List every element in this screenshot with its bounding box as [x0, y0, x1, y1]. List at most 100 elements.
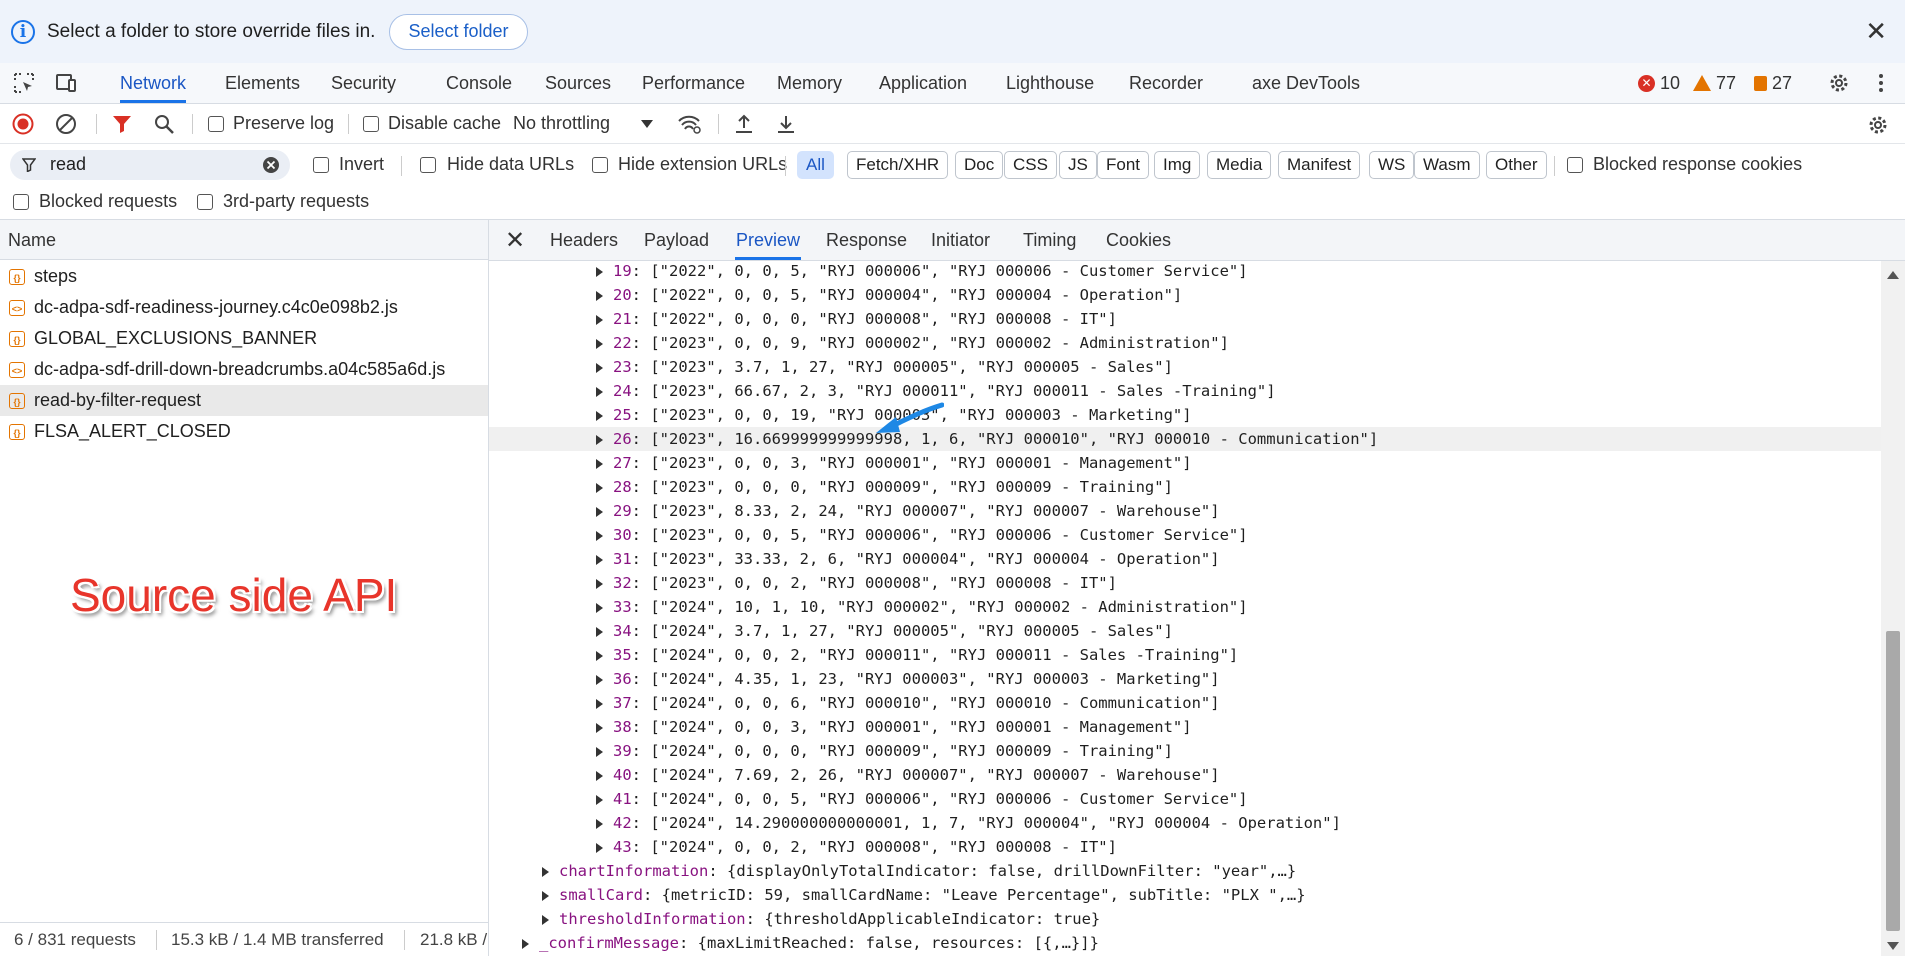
tab-security[interactable]: Security	[331, 63, 396, 103]
clear-icon[interactable]	[55, 113, 77, 135]
expand-triangle-icon[interactable]	[596, 818, 603, 829]
preserve-log-checkbox[interactable]	[208, 116, 224, 132]
filter-chip-all[interactable]: All	[797, 151, 834, 179]
filter-chip-wasm[interactable]: Wasm	[1414, 151, 1480, 179]
chevron-down-icon[interactable]	[640, 118, 654, 130]
tab-sources[interactable]: Sources	[545, 63, 611, 103]
expand-triangle-icon[interactable]	[596, 650, 603, 661]
inspect-element-icon[interactable]	[12, 71, 36, 95]
expand-triangle-icon[interactable]	[596, 434, 603, 445]
filter-chip-media[interactable]: Media	[1207, 151, 1272, 179]
array-entry-row[interactable]: 42: ["2024", 14.290000000000001, 1, 7, "…	[489, 811, 1881, 835]
filter-chip-other[interactable]: Other	[1486, 151, 1547, 179]
array-entry-row[interactable]: 37: ["2024", 0, 0, 6, "RYJ 000010", "RYJ…	[489, 691, 1881, 715]
select-folder-button[interactable]: Select folder	[389, 13, 528, 50]
array-entry-row[interactable]: 22: ["2023", 0, 0, 9, "RYJ 000002", "RYJ…	[489, 331, 1881, 355]
tab-console[interactable]: Console	[446, 63, 512, 103]
disable-cache-checkbox[interactable]	[363, 116, 379, 132]
array-entry-row[interactable]: 19: ["2022", 0, 0, 5, "RYJ 000006", "RYJ…	[489, 261, 1881, 283]
tab-memory[interactable]: Memory	[777, 63, 842, 103]
tab-recorder[interactable]: Recorder	[1129, 63, 1203, 103]
expand-triangle-icon[interactable]	[596, 578, 603, 589]
array-entry-row[interactable]: 31: ["2023", 33.33, 2, 6, "RYJ 000004", …	[489, 547, 1881, 571]
expand-triangle-icon[interactable]	[596, 314, 603, 325]
hide-extension-urls-checkbox[interactable]	[592, 157, 608, 173]
tab-elements[interactable]: Elements	[225, 63, 300, 103]
array-entry-row[interactable]: 24: ["2023", 66.67, 2, 3, "RYJ 000011", …	[489, 379, 1881, 403]
expand-triangle-icon[interactable]	[596, 338, 603, 349]
export-har-icon[interactable]	[775, 113, 797, 135]
array-entry-row[interactable]: 32: ["2023", 0, 0, 2, "RYJ 000008", "RYJ…	[489, 571, 1881, 595]
tab-application[interactable]: Application	[879, 63, 967, 103]
tab-preview[interactable]: Preview	[735, 220, 802, 260]
expand-triangle-icon[interactable]	[596, 554, 603, 565]
expand-triangle-icon[interactable]	[542, 866, 549, 877]
clear-filter-icon[interactable]	[262, 156, 280, 174]
filter-chip-ws[interactable]: WS	[1369, 151, 1415, 179]
expand-triangle-icon[interactable]	[596, 410, 603, 421]
third-party-requests-checkbox[interactable]	[197, 194, 213, 210]
expand-triangle-icon[interactable]	[596, 842, 603, 853]
request-row[interactable]: {} FLSA_ALERT_CLOSED	[0, 416, 488, 447]
close-detail-icon[interactable]: ✕	[505, 226, 525, 255]
array-entry-row[interactable]: 21: ["2022", 0, 0, 0, "RYJ 000008", "RYJ…	[489, 307, 1881, 331]
tab-initiator[interactable]: Initiator	[931, 220, 990, 260]
array-entry-row[interactable]: 33: ["2024", 10, 1, 10, "RYJ 000002", "R…	[489, 595, 1881, 619]
array-entry-row[interactable]: 27: ["2023", 0, 0, 3, "RYJ 000001", "RYJ…	[489, 451, 1881, 475]
filter-chip-doc[interactable]: Doc	[955, 151, 1004, 179]
expand-triangle-icon[interactable]	[542, 890, 549, 901]
network-conditions-icon[interactable]	[677, 113, 701, 135]
tab-response[interactable]: Response	[826, 220, 907, 260]
scroll-down-icon[interactable]	[1887, 942, 1899, 950]
filter-chip-img[interactable]: Img	[1154, 151, 1201, 179]
invert-checkbox[interactable]	[313, 157, 329, 173]
array-entry-row[interactable]: 26: ["2023", 16.669999999999998, 1, 6, "…	[489, 427, 1881, 451]
expand-triangle-icon[interactable]	[596, 530, 603, 541]
property-row[interactable]: thresholdInformation: {thresholdApplicab…	[489, 907, 1881, 931]
request-row[interactable]: <> dc-adpa-sdf-readiness-journey.c4c0e098…	[0, 292, 488, 323]
array-entry-row[interactable]: 39: ["2024", 0, 0, 0, "RYJ 000009", "RYJ…	[489, 739, 1881, 763]
expand-triangle-icon[interactable]	[596, 458, 603, 469]
array-entry-row[interactable]: 20: ["2022", 0, 0, 5, "RYJ 000004", "RYJ…	[489, 283, 1881, 307]
expand-triangle-icon[interactable]	[596, 506, 603, 517]
property-row[interactable]: smallCard: {metricID: 59, smallCardName:…	[489, 883, 1881, 907]
array-entry-row[interactable]: 28: ["2023", 0, 0, 0, "RYJ 000009", "RYJ…	[489, 475, 1881, 499]
scroll-up-icon[interactable]	[1887, 271, 1899, 279]
issue-count[interactable]: 27	[1754, 63, 1792, 103]
array-entry-row[interactable]: 29: ["2023", 8.33, 2, 24, "RYJ 000007", …	[489, 499, 1881, 523]
array-entry-row[interactable]: 35: ["2024", 0, 0, 2, "RYJ 000011", "RYJ…	[489, 643, 1881, 667]
array-entry-row[interactable]: 34: ["2024", 3.7, 1, 27, "RYJ 000005", "…	[489, 619, 1881, 643]
array-entry-row[interactable]: 36: ["2024", 4.35, 1, 23, "RYJ 000003", …	[489, 667, 1881, 691]
array-entry-row[interactable]: 41: ["2024", 0, 0, 5, "RYJ 000006", "RYJ…	[489, 787, 1881, 811]
json-preview[interactable]: 19: ["2022", 0, 0, 5, "RYJ 000006", "RYJ…	[489, 261, 1881, 956]
expand-triangle-icon[interactable]	[596, 266, 603, 277]
preview-scrollbar[interactable]	[1881, 261, 1905, 956]
stop-recording-icon[interactable]	[12, 113, 34, 135]
search-icon[interactable]	[153, 113, 175, 135]
scrollbar-thumb[interactable]	[1886, 631, 1900, 931]
expand-triangle-icon[interactable]	[596, 722, 603, 733]
request-row[interactable]: {} steps	[0, 261, 488, 292]
expand-triangle-icon[interactable]	[596, 674, 603, 685]
warning-count[interactable]: 77	[1693, 63, 1736, 103]
error-count[interactable]: ✕ 10	[1638, 63, 1680, 103]
tab-lighthouse[interactable]: Lighthouse	[1006, 63, 1094, 103]
import-har-icon[interactable]	[733, 113, 755, 135]
expand-triangle-icon[interactable]	[596, 626, 603, 637]
tab-payload[interactable]: Payload	[644, 220, 709, 260]
property-row[interactable]: _confirmMessage: {maxLimitReached: false…	[489, 931, 1881, 955]
tab-network[interactable]: Network	[120, 63, 187, 103]
expand-triangle-icon[interactable]	[596, 386, 603, 397]
expand-triangle-icon[interactable]	[522, 938, 529, 949]
filter-chip-fetch-xhr[interactable]: Fetch/XHR	[847, 151, 949, 179]
array-entry-row[interactable]: 25: ["2023", 0, 0, 19, "RYJ 000003", "RY…	[489, 403, 1881, 427]
name-column-header[interactable]: Name	[0, 220, 488, 260]
filter-icon[interactable]	[111, 113, 133, 135]
array-entry-row[interactable]: 30: ["2023", 0, 0, 5, "RYJ 000006", "RYJ…	[489, 523, 1881, 547]
tab-axe-devtools[interactable]: axe DevTools	[1252, 63, 1360, 103]
expand-triangle-icon[interactable]	[596, 794, 603, 805]
tab-timing[interactable]: Timing	[1023, 220, 1076, 260]
tab-headers[interactable]: Headers	[550, 220, 618, 260]
blocked-requests-checkbox[interactable]	[13, 194, 29, 210]
expand-triangle-icon[interactable]	[596, 770, 603, 781]
